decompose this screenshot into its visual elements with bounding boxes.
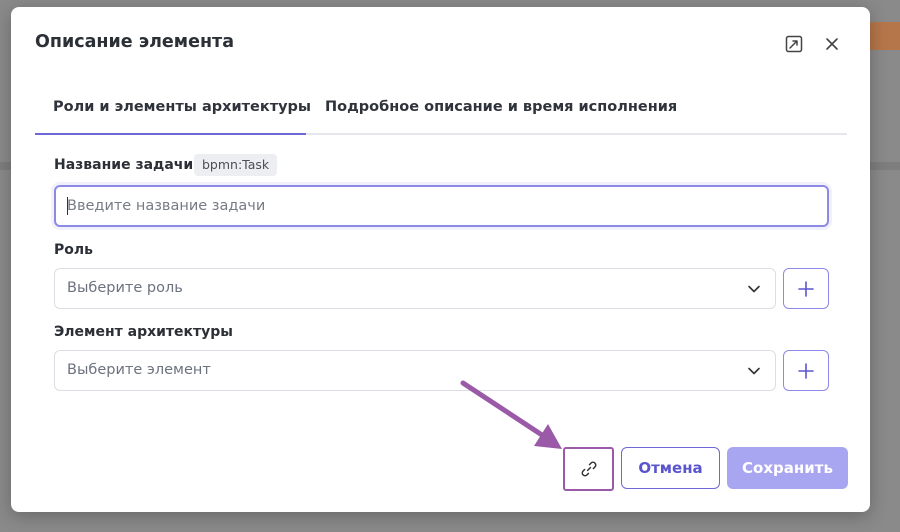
element-description-dialog: Описание элемента Роли и элементы архите… <box>11 7 870 512</box>
chevron-down-icon <box>748 367 760 375</box>
task-name-input[interactable] <box>54 185 829 227</box>
expand-icon <box>785 35 803 53</box>
add-architecture-element-button[interactable] <box>783 350 829 391</box>
add-role-button[interactable] <box>783 268 829 309</box>
dialog-title: Описание элемента <box>35 32 235 52</box>
text-cursor <box>67 197 68 215</box>
task-name-label: Название задачи <box>54 157 194 173</box>
close-button[interactable] <box>821 33 843 55</box>
architecture-element-select[interactable]: Выберите элемент <box>54 350 776 391</box>
bpmn-type-badge: bpmn:Task <box>194 154 278 176</box>
chevron-down-icon <box>748 285 760 293</box>
architecture-element-select-placeholder: Выберите элемент <box>67 362 211 378</box>
save-button[interactable]: Сохранить <box>727 447 848 489</box>
plus-icon <box>798 362 814 379</box>
expand-button[interactable] <box>783 33 805 55</box>
architecture-element-label: Элемент архитектуры <box>54 324 233 340</box>
role-select-placeholder: Выберите роль <box>67 280 183 296</box>
close-icon <box>826 38 838 50</box>
plus-icon <box>798 280 814 297</box>
role-select[interactable]: Выберите роль <box>54 268 776 309</box>
link-icon <box>581 461 596 477</box>
cancel-button[interactable]: Отмена <box>621 447 720 489</box>
link-button[interactable] <box>563 447 614 491</box>
tab-detailed-description[interactable]: Подробное описание и время исполнения <box>325 87 677 135</box>
role-label: Роль <box>54 242 93 258</box>
tab-bar: Роли и элементы архитектуры Подробное оп… <box>35 87 847 135</box>
tab-roles-architecture[interactable]: Роли и элементы архитектуры <box>35 87 311 135</box>
